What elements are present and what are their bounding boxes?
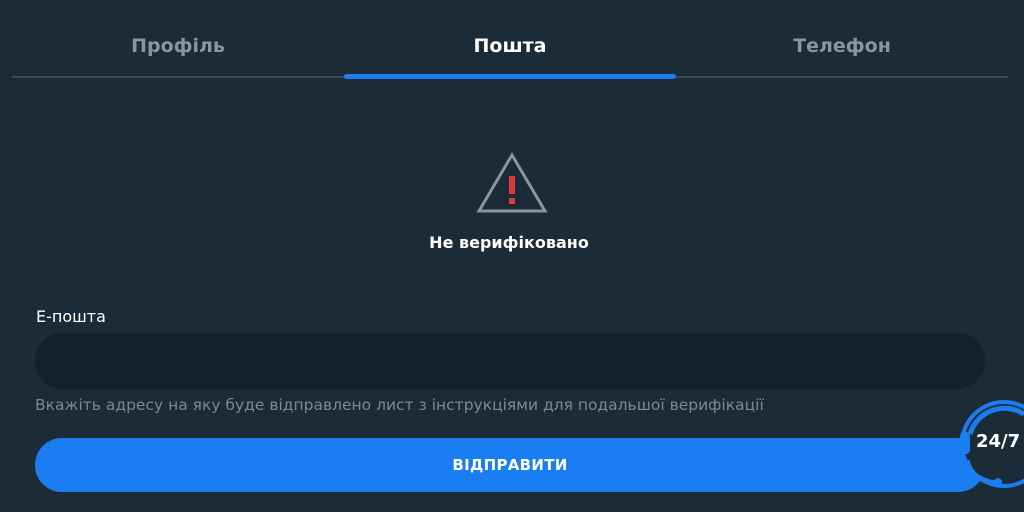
support-label: 24/7 <box>976 431 1021 452</box>
support-button[interactable]: 24/7 <box>958 398 1024 490</box>
verification-status-text: Не верифіковано <box>429 233 589 252</box>
verification-status: Не верифіковано <box>0 150 1024 252</box>
tab-email[interactable]: Пошта <box>344 0 676 79</box>
email-hint: Вкажіть адресу на яку буде відправлено л… <box>35 396 764 414</box>
submit-button[interactable]: ВІДПРАВИТИ <box>35 438 985 492</box>
tab-phone[interactable]: Телефон <box>676 0 1008 76</box>
email-verification-page: Профіль Пошта Телефон Не верифіковано E-… <box>0 0 1024 512</box>
warning-triangle-icon <box>474 150 550 216</box>
email-field-label: E-пошта <box>36 307 106 326</box>
email-field[interactable] <box>35 333 985 389</box>
tab-bar: Профіль Пошта Телефон <box>12 0 1008 79</box>
tab-profile[interactable]: Профіль <box>12 0 344 76</box>
